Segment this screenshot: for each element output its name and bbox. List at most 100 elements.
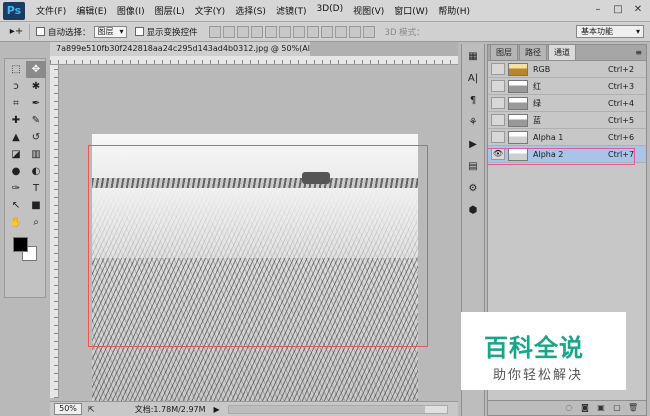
brush-tool-icon[interactable]: ✎ <box>26 112 46 129</box>
dodge-tool-icon[interactable]: ◐ <box>26 163 46 180</box>
actions-panel-icon[interactable]: ▶ <box>462 136 484 154</box>
move-tool-icon[interactable]: ✥ <box>26 61 46 78</box>
distribute-left-icon[interactable] <box>334 25 347 38</box>
channel-thumbnail <box>508 96 528 110</box>
brush-presets-panel-icon[interactable]: ⚘ <box>462 114 484 132</box>
distribute-right-icon[interactable] <box>362 25 375 38</box>
visibility-eye-icon[interactable] <box>491 131 505 143</box>
menu-item[interactable]: 编辑(E) <box>71 4 112 17</box>
history-brush-tool-icon[interactable]: ↺ <box>26 129 46 146</box>
distribute-bottom-icon[interactable] <box>320 25 333 38</box>
hand-tool-icon[interactable]: ✋ <box>6 214 26 231</box>
horizontal-scrollbar[interactable] <box>227 404 448 414</box>
channel-row[interactable]: 红 Ctrl+3 <box>488 78 646 95</box>
status-menu-arrow-icon[interactable]: ▶ <box>214 405 220 414</box>
marquee-tool-icon[interactable]: ⬚ <box>6 61 26 78</box>
menu-item[interactable]: 图层(L) <box>150 4 190 17</box>
paragraph-panel-icon[interactable]: ¶ <box>462 92 484 110</box>
canvas-area[interactable] <box>59 65 458 404</box>
visibility-eye-icon[interactable] <box>491 63 505 75</box>
align-right-icon[interactable] <box>278 25 291 38</box>
channel-shortcut: Ctrl+2 <box>608 64 635 74</box>
load-selection-icon[interactable]: ◌ <box>564 403 574 413</box>
eraser-tool-icon[interactable]: ◪ <box>6 146 26 163</box>
menu-item[interactable]: 文件(F) <box>31 4 71 17</box>
maximize-button[interactable]: □ <box>610 3 626 17</box>
channel-thumbnail <box>508 130 528 144</box>
character-panel-icon[interactable]: A| <box>462 70 484 88</box>
mask-icon[interactable]: ▣ <box>596 403 606 413</box>
menu-item[interactable]: 3D(D) <box>311 4 348 17</box>
save-selection-icon[interactable]: ◙ <box>580 403 590 413</box>
menu-item[interactable]: 文字(Y) <box>190 4 231 17</box>
document-size-info: 文档:1.78M/2.97M <box>134 404 206 414</box>
panel-tab[interactable]: 通道 <box>548 44 576 60</box>
channel-name: 蓝 <box>533 115 541 125</box>
align-top-icon[interactable] <box>208 25 221 38</box>
zoom-level-field[interactable]: 50% <box>54 403 82 415</box>
type-tool-icon[interactable]: T <box>26 180 46 197</box>
panel-tabs: 图层 路径 通道 <box>488 44 646 61</box>
show-transform-checkbox[interactable] <box>134 27 144 36</box>
selection-marquee[interactable] <box>88 145 428 347</box>
auto-select-option[interactable]: 自动选择： <box>36 26 91 38</box>
channel-row[interactable]: RGB Ctrl+2 <box>488 61 646 78</box>
menu-items: 文件(F) 编辑(E) 图像(I) 图层(L) 文字(Y) 选择(S) 滤镜(T) 3D(D)… <box>31 4 475 17</box>
lasso-tool-icon[interactable]: ↄ <box>6 78 26 95</box>
foreground-color-swatch[interactable] <box>13 237 28 252</box>
close-button[interactable]: ✕ <box>630 3 646 17</box>
share-icon[interactable]: ⇱ <box>88 405 95 414</box>
workspace-dropdown[interactable]: 基本功能 <box>576 25 644 38</box>
align-bottom-icon[interactable] <box>236 25 249 38</box>
healing-tool-icon[interactable]: ✚ <box>6 112 26 129</box>
zoom-tool-icon[interactable]: ⌕ <box>26 214 46 231</box>
distribute-top-icon[interactable] <box>292 25 305 38</box>
distribute-vcenter-icon[interactable] <box>306 25 319 38</box>
menu-item[interactable]: 选择(S) <box>230 4 271 17</box>
eyedropper-tool-icon[interactable]: ✒ <box>26 95 46 112</box>
channel-row[interactable]: 绿 Ctrl+4 <box>488 95 646 112</box>
align-left-icon[interactable] <box>250 25 263 38</box>
delete-channel-icon[interactable]: 🗑 <box>628 403 638 413</box>
shape-tool-icon[interactable]: ■ <box>26 197 46 214</box>
window-controls: – □ ✕ <box>590 3 646 17</box>
panel-tab[interactable]: 路径 <box>519 44 547 60</box>
menu-item[interactable]: 图像(I) <box>112 4 150 17</box>
align-vcenter-icon[interactable] <box>222 25 235 38</box>
document-tab[interactable]: 7a899e510fb30f242818aa24c295d143ad4b0312… <box>50 42 310 56</box>
panel-tab[interactable]: 图层 <box>490 44 518 60</box>
visibility-eye-icon[interactable] <box>491 80 505 92</box>
vertical-ruler[interactable] <box>50 65 59 398</box>
crop-tool-icon[interactable]: ⌗ <box>6 95 26 112</box>
stamp-tool-icon[interactable]: ▲ <box>6 129 26 146</box>
auto-select-checkbox[interactable] <box>36 27 45 36</box>
scrollbar-thumb[interactable] <box>228 405 425 413</box>
tool-presets-panel-icon[interactable]: ⚙ <box>462 180 484 198</box>
pen-tool-icon[interactable]: ✑ <box>6 180 26 197</box>
new-channel-icon[interactable]: ▢ <box>612 403 622 413</box>
menu-item[interactable]: 窗口(W) <box>389 4 433 17</box>
visibility-eye-icon[interactable] <box>491 97 505 109</box>
path-select-tool-icon[interactable]: ↖ <box>6 197 26 214</box>
menu-item[interactable]: 帮助(H) <box>433 4 475 17</box>
distribute-hcenter-icon[interactable] <box>348 25 361 38</box>
show-transform-option[interactable]: 显示变换控件 <box>134 26 198 38</box>
magic-wand-tool-icon[interactable]: ✱ <box>26 78 46 95</box>
panel-menu-icon[interactable]: ≡ <box>635 48 642 57</box>
align-hcenter-icon[interactable] <box>264 25 277 38</box>
3d-panel-icon[interactable]: ⬢ <box>462 202 484 220</box>
visibility-eye-icon[interactable] <box>491 114 505 126</box>
menu-item[interactable]: 滤镜(T) <box>271 4 312 17</box>
minimize-button[interactable]: – <box>590 3 606 17</box>
show-transform-label: 显示变换控件 <box>146 27 198 38</box>
swatches-panel-icon[interactable]: ▤ <box>462 158 484 176</box>
history-panel-icon[interactable]: ▦ <box>462 48 484 66</box>
menu-item[interactable]: 视图(V) <box>348 4 389 17</box>
auto-select-target-dropdown[interactable]: 图层 <box>93 25 127 38</box>
move-tool-preset-icon[interactable]: ▸+ <box>4 23 30 40</box>
blur-tool-icon[interactable]: ● <box>6 163 26 180</box>
channel-row[interactable]: Alpha 1 Ctrl+6 <box>488 129 646 146</box>
gradient-tool-icon[interactable]: ▥ <box>26 146 46 163</box>
horizontal-ruler[interactable] <box>50 56 458 65</box>
channel-row[interactable]: 蓝 Ctrl+5 <box>488 112 646 129</box>
